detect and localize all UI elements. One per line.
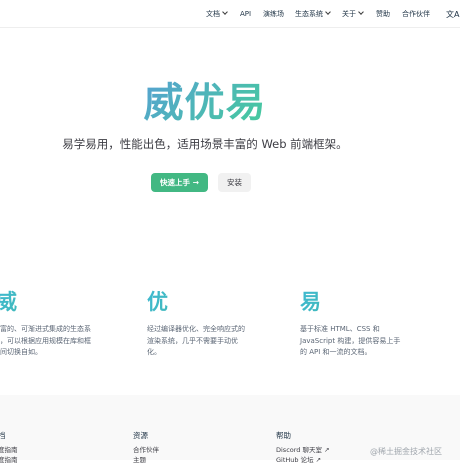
top-nav: 文档 API 演练场 生态系统 关于 赞助 合作伙伴 文A [0, 0, 460, 28]
translate-icon[interactable]: 文A [446, 9, 459, 20]
hero-title: 威优易 [0, 78, 410, 128]
nav-item-api[interactable]: API [240, 9, 251, 19]
feature-card: 易 基于标准 HTML、CSS 和 JavaScript 构建，提供容易上手 的… [300, 289, 420, 359]
feature-description: 富的、可渐进式集成的生态系 ，可以根据应用规模在库和框 间切换自如。 [0, 325, 91, 356]
nav-item-label: 生态系统 [295, 10, 323, 18]
footer-column-title: 帮助 [276, 431, 291, 440]
hero-tagline: 易学易用，性能出色，适用场景丰富的 Web 前端框架。 [62, 137, 348, 151]
nav-item-label: API [240, 10, 252, 18]
nav-item-about[interactable]: 关于 [342, 9, 364, 19]
footer-column-title: 档 [0, 431, 6, 440]
nav-item-label: 文档 [206, 10, 220, 18]
feature-title: 威 [0, 289, 106, 315]
nav-item-label: 赞助 [376, 10, 390, 18]
footer-link[interactable]: 合作伙伴 [133, 445, 159, 455]
footer-link[interactable]: 主题 [133, 455, 159, 465]
nav-item-partners[interactable]: 合作伙伴 [402, 9, 430, 19]
nav-item-playground[interactable]: 演练场 [263, 9, 284, 19]
nav-item-label: 关于 [342, 10, 356, 18]
install-button[interactable]: 安装 [218, 173, 251, 192]
feature-description: 经过编译器优化、完全响应式的 渲染系统，几乎不需要手动优 化。 [147, 325, 245, 356]
nav-item-ecosystem[interactable]: 生态系统 [295, 9, 331, 19]
get-started-button[interactable]: 快速上手 → [151, 173, 208, 192]
feature-description: 基于标准 HTML、CSS 和 JavaScript 构建，提供容易上手 的 A… [300, 325, 401, 356]
chevron-down-icon [325, 9, 331, 15]
footer-column-title: 资源 [133, 431, 148, 440]
feature-card: 优 经过编译器优化、完全响应式的 渲染系统，几乎不需要手动优 化。 [147, 289, 267, 359]
footer-link[interactable]: 度指南 [0, 455, 18, 465]
feature-title: 易 [300, 289, 420, 315]
footer-link[interactable]: Discord 聊天室 ↗ [276, 445, 330, 455]
footer-link[interactable]: GitHub 论坛 ↗ [276, 455, 330, 465]
nav-item-label: 演练场 [263, 10, 284, 18]
nav-item-docs[interactable]: 文档 [206, 9, 228, 19]
feature-title: 优 [147, 289, 267, 315]
chevron-down-icon [222, 9, 228, 15]
nav-item-sponsor[interactable]: 赞助 [376, 9, 390, 19]
watermark: @稀土掘金技术社区 [370, 447, 442, 456]
footer-link[interactable]: 度指南 [0, 445, 18, 455]
nav-item-label: 合作伙伴 [402, 10, 430, 18]
feature-card: 威 富的、可渐进式集成的生态系 ，可以根据应用规模在库和框 间切换自如。 [0, 289, 106, 359]
chevron-down-icon [358, 9, 364, 15]
